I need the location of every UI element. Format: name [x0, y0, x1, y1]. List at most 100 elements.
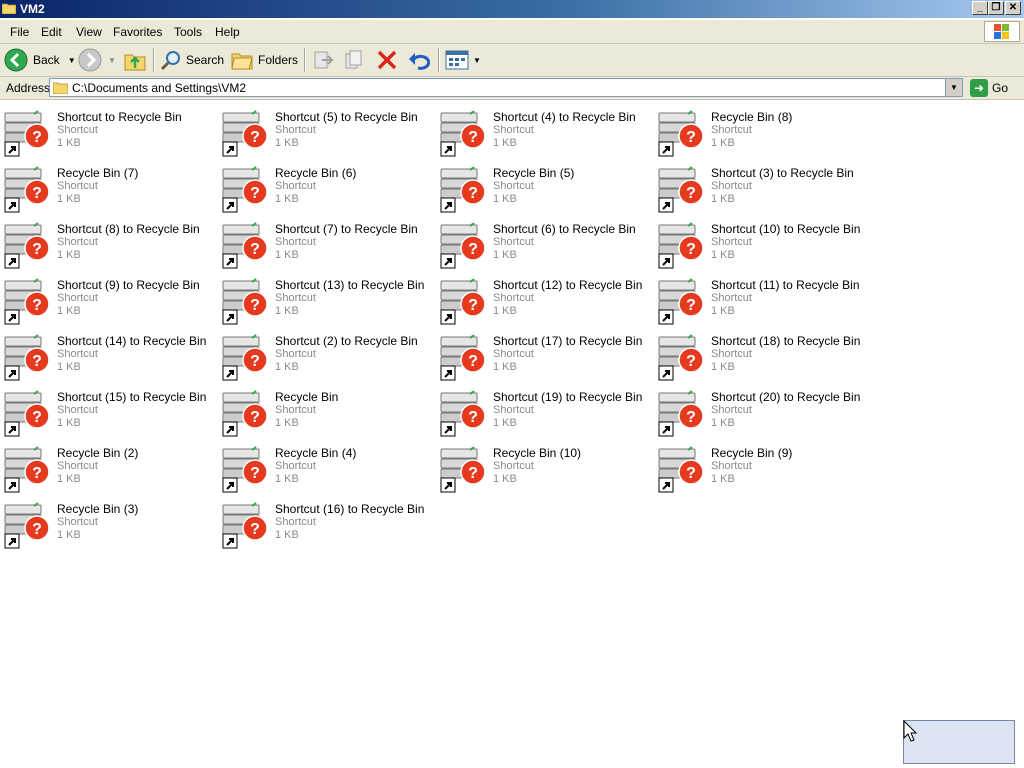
- views-button[interactable]: ▼: [445, 48, 481, 72]
- file-size: 1 KB: [711, 137, 735, 149]
- menu-file[interactable]: File: [10, 25, 29, 39]
- address-dropdown-icon[interactable]: ▼: [945, 79, 962, 96]
- broken-shortcut-icon: ?: [658, 334, 706, 382]
- broken-shortcut-icon: ?: [658, 110, 706, 158]
- file-item[interactable]: ? Shortcut (13) to Recycle Bin Shortcut 1 K…: [218, 268, 428, 325]
- svg-text:?: ?: [250, 185, 260, 202]
- file-size: 1 KB: [493, 361, 517, 373]
- file-item[interactable]: ? Recycle Bin (9) Shortcut 1 KB: [654, 436, 864, 493]
- file-name: Recycle Bin (9): [711, 446, 793, 460]
- svg-text:?: ?: [468, 409, 478, 426]
- file-item[interactable]: ? Shortcut (20) to Recycle Bin Shortcut 1 K…: [654, 380, 864, 437]
- file-item[interactable]: ? Shortcut to Recycle Bin Shortcut 1 KB: [0, 100, 210, 157]
- copy-to-button[interactable]: [343, 48, 365, 72]
- file-item[interactable]: ? Shortcut (6) to Recycle Bin Shortcut 1 KB: [436, 212, 646, 269]
- file-item[interactable]: ? Recycle Bin (3) Shortcut 1 KB: [0, 492, 210, 549]
- file-item[interactable]: ? Shortcut (11) to Recycle Bin Shortcut 1 K…: [654, 268, 864, 325]
- file-name: Shortcut (2) to Recycle Bin: [275, 334, 418, 348]
- file-item[interactable]: ? Shortcut (17) to Recycle Bin Shortcut 1 K…: [436, 324, 646, 381]
- forward-dropdown-icon[interactable]: ▼: [108, 56, 116, 65]
- broken-shortcut-icon: ?: [222, 446, 270, 494]
- file-item[interactable]: ? Shortcut (2) to Recycle Bin Shortcut 1 KB: [218, 324, 428, 381]
- svg-text:?: ?: [686, 353, 696, 370]
- file-item[interactable]: ? Shortcut (18) to Recycle Bin Shortcut 1 K…: [654, 324, 864, 381]
- file-type: Shortcut: [57, 124, 98, 136]
- file-name: Shortcut (20) to Recycle Bin: [711, 390, 861, 404]
- back-dropdown-icon[interactable]: ▼: [68, 56, 76, 65]
- menu-tools[interactable]: Tools: [174, 25, 202, 39]
- address-input[interactable]: C:\Documents and Settings\VM2 ▼: [49, 78, 963, 97]
- delete-button[interactable]: [376, 48, 398, 72]
- file-item[interactable]: ? Recycle Bin (7) Shortcut 1 KB: [0, 156, 210, 213]
- file-name: Shortcut (19) to Recycle Bin: [493, 390, 643, 404]
- file-size: 1 KB: [275, 361, 299, 373]
- file-type: Shortcut: [493, 348, 534, 360]
- file-type: Shortcut: [493, 460, 534, 472]
- broken-shortcut-icon: ?: [658, 278, 706, 326]
- maximize-button[interactable]: ❒: [988, 1, 1004, 15]
- folders-button[interactable]: Folders: [231, 48, 298, 72]
- file-item[interactable]: ? Recycle Bin (5) Shortcut 1 KB: [436, 156, 646, 213]
- file-size: 1 KB: [275, 529, 299, 541]
- close-button[interactable]: ✕: [1005, 1, 1021, 15]
- file-item[interactable]: ? Shortcut (5) to Recycle Bin Shortcut 1 KB: [218, 100, 428, 157]
- file-item[interactable]: ? Shortcut (10) to Recycle Bin Shortcut 1 K…: [654, 212, 864, 269]
- file-type: Shortcut: [57, 236, 98, 248]
- file-item[interactable]: ? Shortcut (19) to Recycle Bin Shortcut 1 K…: [436, 380, 646, 437]
- views-dropdown-icon[interactable]: ▼: [473, 56, 481, 65]
- file-item[interactable]: ? Shortcut (3) to Recycle Bin Shortcut 1 KB: [654, 156, 864, 213]
- file-name: Shortcut (3) to Recycle Bin: [711, 166, 854, 180]
- back-button[interactable]: Back ▼: [4, 48, 76, 72]
- svg-text:?: ?: [686, 241, 696, 258]
- menu-help[interactable]: Help: [215, 25, 240, 39]
- file-item[interactable]: ? Shortcut (12) to Recycle Bin Shortcut 1 K…: [436, 268, 646, 325]
- file-name: Recycle Bin: [275, 390, 339, 404]
- undo-button[interactable]: [408, 48, 430, 72]
- move-to-button[interactable]: [312, 48, 334, 72]
- svg-text:?: ?: [32, 465, 42, 482]
- file-type: Shortcut: [57, 516, 98, 528]
- svg-text:?: ?: [32, 297, 42, 314]
- copy-to-icon: [345, 50, 362, 69]
- file-type: Shortcut: [711, 236, 752, 248]
- file-item[interactable]: ? Shortcut (7) to Recycle Bin Shortcut 1 KB: [218, 212, 428, 269]
- file-size: 1 KB: [493, 417, 517, 429]
- file-item[interactable]: ? Recycle Bin (6) Shortcut 1 KB: [218, 156, 428, 213]
- back-arrow-icon: [4, 48, 28, 72]
- menu-favorites[interactable]: Favorites: [113, 25, 162, 39]
- file-name: Shortcut (15) to Recycle Bin: [57, 390, 207, 404]
- file-list: ? Shortcut to Recycle Bin Shortcut 1 KB? Sho…: [0, 100, 1024, 768]
- file-item[interactable]: ? Recycle Bin (10) Shortcut 1 KB: [436, 436, 646, 493]
- file-type: Shortcut: [275, 460, 316, 472]
- file-item[interactable]: ? Recycle Bin Shortcut 1 KB: [218, 380, 428, 437]
- broken-shortcut-icon: ?: [440, 390, 488, 438]
- file-type: Shortcut: [493, 236, 534, 248]
- file-item[interactable]: ? Shortcut (9) to Recycle Bin Shortcut 1 KB: [0, 268, 210, 325]
- broken-shortcut-icon: ?: [222, 278, 270, 326]
- file-item[interactable]: ? Recycle Bin (4) Shortcut 1 KB: [218, 436, 428, 493]
- file-size: 1 KB: [275, 193, 299, 205]
- go-button[interactable]: ➜ Go: [970, 78, 1008, 97]
- file-name: Shortcut to Recycle Bin: [57, 110, 182, 124]
- file-name: Shortcut (11) to Recycle Bin: [711, 278, 860, 292]
- file-item[interactable]: ? Recycle Bin (8) Shortcut 1 KB: [654, 100, 864, 157]
- file-item[interactable]: ? Shortcut (4) to Recycle Bin Shortcut 1 KB: [436, 100, 646, 157]
- file-size: 1 KB: [711, 249, 735, 261]
- svg-text:?: ?: [686, 465, 696, 482]
- menu-view[interactable]: View: [76, 25, 102, 39]
- file-name: Shortcut (17) to Recycle Bin: [493, 334, 643, 348]
- file-item[interactable]: ? Shortcut (16) to Recycle Bin Shortcut 1 K…: [218, 492, 428, 549]
- file-item[interactable]: ? Shortcut (8) to Recycle Bin Shortcut 1 KB: [0, 212, 210, 269]
- file-item[interactable]: ? Recycle Bin (2) Shortcut 1 KB: [0, 436, 210, 493]
- minimize-button[interactable]: _: [972, 1, 988, 15]
- forward-button[interactable]: ▼: [78, 48, 116, 72]
- up-folder-button[interactable]: [124, 48, 146, 72]
- menu-edit[interactable]: Edit: [41, 25, 62, 39]
- file-item[interactable]: ? Shortcut (14) to Recycle Bin Shortcut 1 K…: [0, 324, 210, 381]
- file-item[interactable]: ? Shortcut (15) to Recycle Bin Shortcut 1 K…: [0, 380, 210, 437]
- broken-shortcut-icon: ?: [222, 390, 270, 438]
- undo-icon: [409, 53, 430, 70]
- folder-up-icon: [124, 54, 146, 71]
- search-button[interactable]: Search: [160, 48, 224, 72]
- broken-shortcut-icon: ?: [658, 446, 706, 494]
